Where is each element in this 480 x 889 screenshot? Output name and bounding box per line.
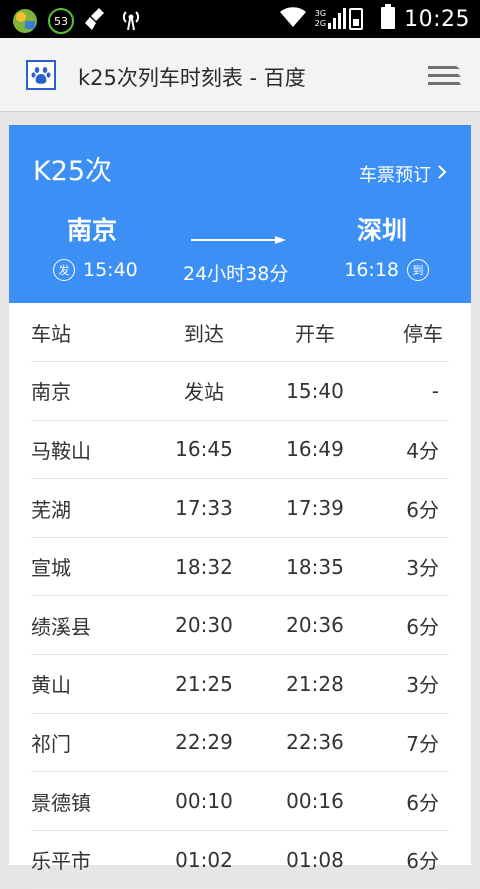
station-name: 绩溪县 — [31, 595, 147, 656]
arrive-time: 20:30 — [147, 595, 261, 656]
hotspot-icon — [118, 6, 144, 36]
header-arrive: 到达 — [147, 303, 261, 363]
battery-icon — [380, 4, 396, 34]
depart-time: 01:08 — [261, 830, 369, 889]
depart-time: 18:35 — [261, 537, 369, 597]
page-title: k25次列车时刻表 - 百度 — [78, 66, 306, 90]
network-type-bottom: 2G — [314, 19, 327, 28]
arrive-time: 01:02 — [147, 830, 261, 889]
station-name: 乐平市 — [31, 830, 147, 889]
departure-time: 15:40 — [83, 259, 138, 281]
app-notification-icon — [12, 8, 38, 34]
depart-time: 00:16 — [261, 771, 369, 831]
depart-time: 20:36 — [261, 595, 369, 656]
stop-duration: 6分 — [369, 478, 449, 538]
table-row: 黄山 21:25 21:28 3分 — [31, 654, 449, 714]
station-name: 祁门 — [31, 713, 147, 773]
header-stop: 停车 — [369, 303, 449, 363]
arrive-time: 16:45 — [147, 420, 261, 480]
header-station: 车站 — [31, 303, 147, 363]
wifi-icon — [279, 6, 307, 32]
route-arrow-icon — [191, 230, 287, 244]
ticket-booking-link[interactable]: 车票预订 — [359, 161, 447, 187]
depart-icon: 发 — [53, 259, 75, 281]
station-name: 南京 — [31, 361, 147, 421]
app-bar: k25次列车时刻表 - 百度 — [0, 38, 480, 112]
stop-duration: 6分 — [369, 771, 449, 831]
departure-info: 发 15:40 — [53, 259, 138, 281]
network-type-top: 3G — [314, 9, 327, 18]
station-name: 宣城 — [31, 537, 147, 597]
table-row: 马鞍山 16:45 16:49 4分 — [31, 420, 449, 480]
train-card: K25次 车票预订 南京 深圳 发 15:40 24小时38分 16:18 到 — [9, 125, 471, 889]
menu-icon[interactable] — [426, 63, 462, 89]
arrive-icon: 到 — [407, 259, 429, 281]
arrival-time: 16:18 — [344, 259, 399, 281]
depart-time: 22:36 — [261, 713, 369, 773]
arrive-time: 00:10 — [147, 771, 261, 831]
arrive-time: 21:25 — [147, 654, 261, 714]
ticket-booking-label: 车票预订 — [359, 165, 431, 186]
table-row: 宣城 18:32 18:35 3分 — [31, 537, 449, 597]
table-row: 乐平市 01:02 01:08 6分 — [31, 830, 449, 889]
station-name: 马鞍山 — [31, 420, 147, 480]
stop-duration: 6分 — [369, 830, 449, 889]
clock: 10:25 — [404, 6, 470, 32]
arrival-info: 16:18 到 — [344, 259, 429, 281]
origin-station: 南京 — [67, 216, 118, 245]
table-row: 南京 发站 15:40 - — [31, 361, 449, 421]
arrive-time: 发站 — [147, 361, 261, 421]
station-name: 黄山 — [31, 654, 147, 714]
cleaner-brush-icon — [84, 6, 108, 36]
timetable-header-row: 车站 到达 开车 停车 — [31, 303, 449, 363]
table-row: 绩溪县 20:30 20:36 6分 — [31, 595, 449, 656]
train-header: K25次 车票预订 南京 深圳 发 15:40 24小时38分 16:18 到 — [9, 125, 471, 303]
table-row: 景德镇 00:10 00:16 6分 — [31, 771, 449, 831]
travel-duration: 24小时38分 — [183, 263, 289, 285]
stop-duration: 3分 — [369, 537, 449, 597]
stop-duration: - — [369, 361, 449, 421]
arrive-time: 18:32 — [147, 537, 261, 597]
arrive-time: 17:33 — [147, 478, 261, 538]
station-name: 芜湖 — [31, 478, 147, 538]
chevron-right-icon — [437, 164, 447, 185]
baidu-paw-icon[interactable] — [26, 60, 56, 90]
status-bar: 53 3G 2G 10:25 — [0, 0, 480, 38]
table-row: 祁门 22:29 22:36 7分 — [31, 713, 449, 773]
train-number: K25次 — [33, 156, 113, 187]
depart-time: 17:39 — [261, 478, 369, 538]
stop-duration: 7分 — [369, 713, 449, 773]
arrive-time: 22:29 — [147, 713, 261, 773]
battery-saver-badge: 53 — [48, 8, 74, 34]
header-depart: 开车 — [261, 303, 369, 363]
stop-duration: 6分 — [369, 595, 449, 656]
depart-time: 16:49 — [261, 420, 369, 480]
timetable: 车站 到达 开车 停车 南京 发站 15:40 - 马鞍山 16:45 16:4… — [31, 303, 449, 889]
depart-time: 21:28 — [261, 654, 369, 714]
depart-time: 15:40 — [261, 361, 369, 421]
station-name: 景德镇 — [31, 771, 147, 831]
signal-icon: 3G 2G — [315, 7, 372, 31]
destination-station: 深圳 — [356, 216, 407, 245]
table-row: 芜湖 17:33 17:39 6分 — [31, 478, 449, 538]
stop-duration: 3分 — [369, 654, 449, 714]
stop-duration: 4分 — [369, 420, 449, 480]
